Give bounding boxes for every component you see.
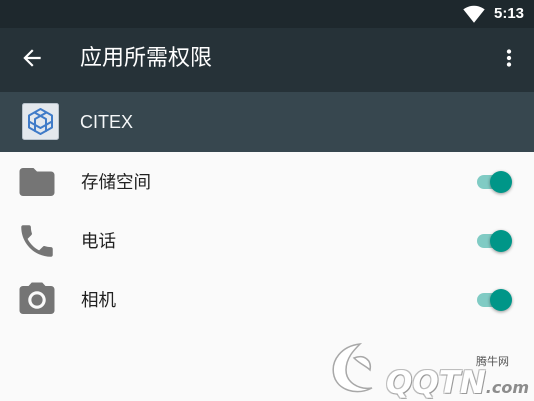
camera-permission-toggle[interactable] bbox=[474, 285, 516, 315]
toolbar: 应用所需权限 bbox=[0, 28, 534, 92]
wifi-icon bbox=[463, 3, 485, 25]
permission-row-storage[interactable]: 存储空间 bbox=[0, 153, 534, 212]
toggle-thumb bbox=[490, 171, 512, 193]
page-title: 应用所需权限 bbox=[80, 45, 213, 70]
phone-icon bbox=[16, 220, 58, 262]
overflow-menu-button[interactable] bbox=[496, 45, 522, 71]
watermark-suffix: .com bbox=[485, 378, 530, 397]
toggle-thumb bbox=[490, 230, 512, 252]
watermark-swirl-logo bbox=[320, 336, 382, 398]
more-vert-icon bbox=[506, 49, 512, 67]
permission-list: 存储空间 电话 相机 bbox=[0, 153, 534, 330]
watermark-brand-text: QQTN.com bbox=[386, 368, 529, 399]
folder-icon bbox=[16, 161, 58, 203]
permission-row-phone[interactable]: 电话 bbox=[0, 212, 534, 271]
back-button[interactable] bbox=[19, 45, 45, 71]
permission-label: 电话 bbox=[81, 231, 116, 251]
permission-label: 相机 bbox=[81, 290, 116, 310]
camera-icon bbox=[16, 279, 58, 321]
app-header: CITEX bbox=[0, 92, 534, 152]
permission-label: 存储空间 bbox=[81, 172, 151, 192]
toggle-thumb bbox=[490, 289, 512, 311]
watermark-site-name: 腾牛网 bbox=[476, 356, 509, 368]
storage-permission-toggle[interactable] bbox=[474, 167, 516, 197]
arrow-back-icon bbox=[23, 49, 41, 67]
permission-row-camera[interactable]: 相机 bbox=[0, 271, 534, 330]
status-time: 5:13 bbox=[494, 5, 525, 22]
app-permissions-screen: 5:13 应用所需权限 CITEX 存储空间 电话 相机 腾牛网 QQTN.co… bbox=[0, 0, 534, 401]
status-bar: 5:13 bbox=[0, 0, 534, 28]
watermark-brand: QQTN bbox=[386, 365, 486, 401]
phone-permission-toggle[interactable] bbox=[474, 226, 516, 256]
app-logo bbox=[22, 103, 59, 140]
app-name: CITEX bbox=[80, 112, 134, 132]
